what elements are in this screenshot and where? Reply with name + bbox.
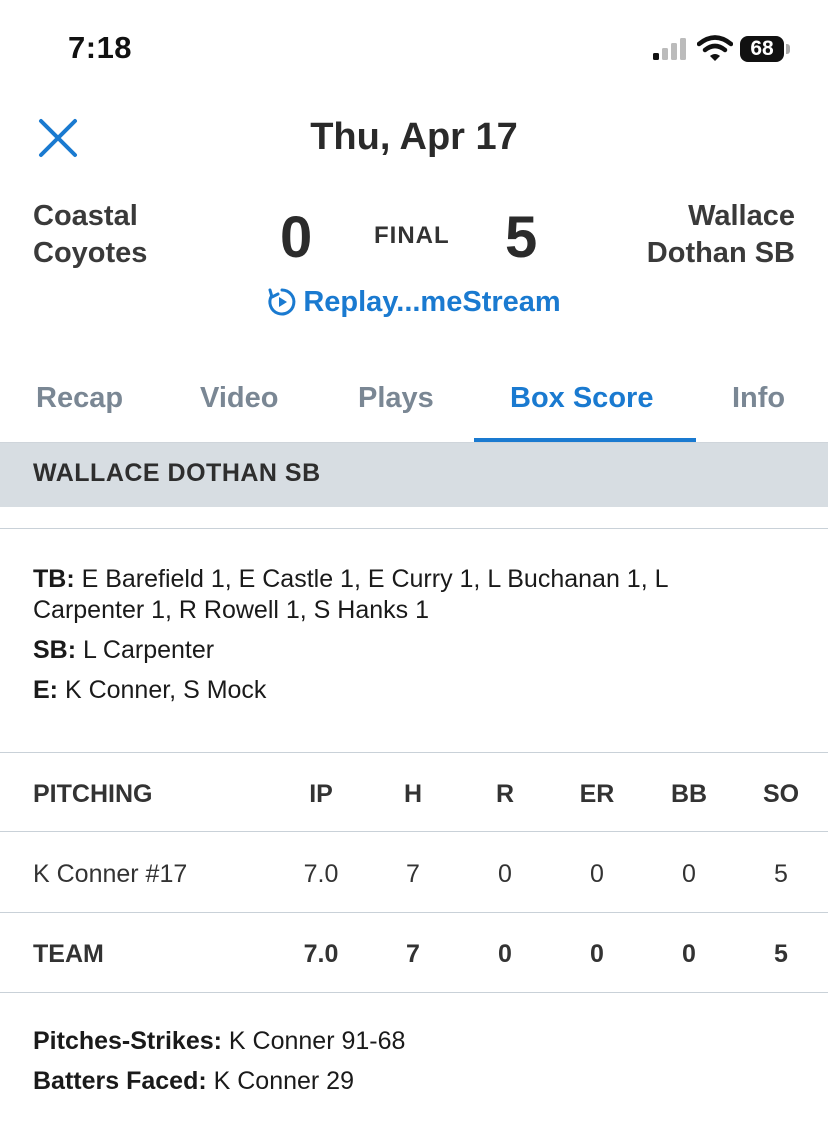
home-team-line1: Wallace: [688, 200, 795, 232]
bf-value: K Conner 29: [206, 1067, 354, 1095]
sb-value: L Carpenter: [76, 636, 215, 664]
pitcher-so: 5: [774, 860, 788, 888]
e-value: K Conner, S Mock: [58, 676, 267, 704]
pitcher-r: 0: [498, 860, 512, 888]
signal-icon: [653, 38, 686, 60]
team-section-title: WALLACE DOTHAN SB: [33, 459, 321, 487]
bf-label: Batters Faced:: [33, 1067, 207, 1095]
wifi-icon: [697, 35, 733, 61]
pitching-notes: Pitches-Strikes: K Conner 91-68 Batters …: [33, 1021, 405, 1101]
away-team-line2: Coyotes: [33, 237, 148, 269]
e-note: E: K Conner, S Mock: [33, 675, 813, 706]
away-team-line1: Coastal: [33, 200, 138, 232]
col-h: H: [403, 780, 423, 808]
home-team-name[interactable]: Wallace Dothan SB: [647, 198, 795, 272]
divider: [0, 831, 828, 832]
ps-label: Pitches-Strikes:: [33, 1027, 222, 1055]
pitcher-h: 7: [406, 860, 420, 888]
col-ip: IP: [309, 780, 333, 808]
team-total-label: TEAM: [33, 940, 104, 968]
team-ip: 7.0: [303, 940, 339, 968]
team-h: 7: [406, 940, 420, 968]
tab-video[interactable]: Video: [200, 382, 278, 415]
team-r: 0: [498, 940, 512, 968]
pitches-strikes-note: Pitches-Strikes: K Conner 91-68: [33, 1021, 405, 1061]
away-score: 0: [280, 205, 313, 270]
sb-note: SB: L Carpenter: [33, 635, 813, 666]
divider: [0, 528, 828, 529]
replay-icon: [268, 288, 296, 316]
pitcher-bb: 0: [682, 860, 696, 888]
tab-box-score[interactable]: Box Score: [510, 382, 653, 415]
divider: [0, 752, 828, 753]
ps-value: K Conner 91-68: [221, 1027, 406, 1055]
team-er: 0: [590, 940, 604, 968]
tb-note: TB: E Barefield 1, E Castle 1, E Curry 1…: [33, 564, 813, 626]
replay-link[interactable]: Replay...meStream: [0, 286, 828, 319]
e-label: E:: [33, 676, 58, 704]
pitcher-er: 0: [590, 860, 604, 888]
home-score: 5: [505, 205, 538, 270]
team-bb: 0: [682, 940, 696, 968]
batters-faced-note: Batters Faced: K Conner 29: [33, 1061, 405, 1101]
tb-value-line1: E Barefield 1, E Castle 1, E Curry 1, L …: [74, 565, 669, 593]
away-team-name[interactable]: Coastal Coyotes: [33, 198, 147, 272]
col-er: ER: [579, 780, 615, 808]
tb-label: TB:: [33, 565, 75, 593]
status-time: 7:18: [68, 30, 133, 65]
game-date: Thu, Apr 17: [310, 116, 518, 158]
battery-icon: 68: [740, 36, 790, 62]
col-so: SO: [762, 780, 800, 808]
pitcher-ip: 7.0: [303, 860, 339, 888]
divider: [0, 912, 828, 913]
pitching-header: PITCHING: [33, 780, 153, 808]
sb-label: SB:: [33, 636, 77, 664]
game-status: FINAL: [374, 222, 450, 249]
tb-value-line2: Carpenter 1, R Rowell 1, S Hanks 1: [33, 596, 430, 624]
tab-info[interactable]: Info: [732, 382, 785, 415]
col-bb: BB: [670, 780, 708, 808]
batting-notes: TB: E Barefield 1, E Castle 1, E Curry 1…: [33, 564, 813, 706]
divider: [0, 992, 828, 993]
pitcher-name[interactable]: K Conner #17: [33, 860, 187, 889]
home-team-line2: Dothan SB: [646, 237, 795, 269]
active-tab-indicator: [474, 438, 696, 442]
team-so: 5: [774, 940, 788, 968]
col-r: R: [495, 780, 515, 808]
battery-level: 68: [750, 37, 774, 60]
replay-label: Replay...meStream: [303, 286, 561, 318]
tab-recap[interactable]: Recap: [36, 382, 123, 415]
tab-plays[interactable]: Plays: [358, 382, 434, 415]
